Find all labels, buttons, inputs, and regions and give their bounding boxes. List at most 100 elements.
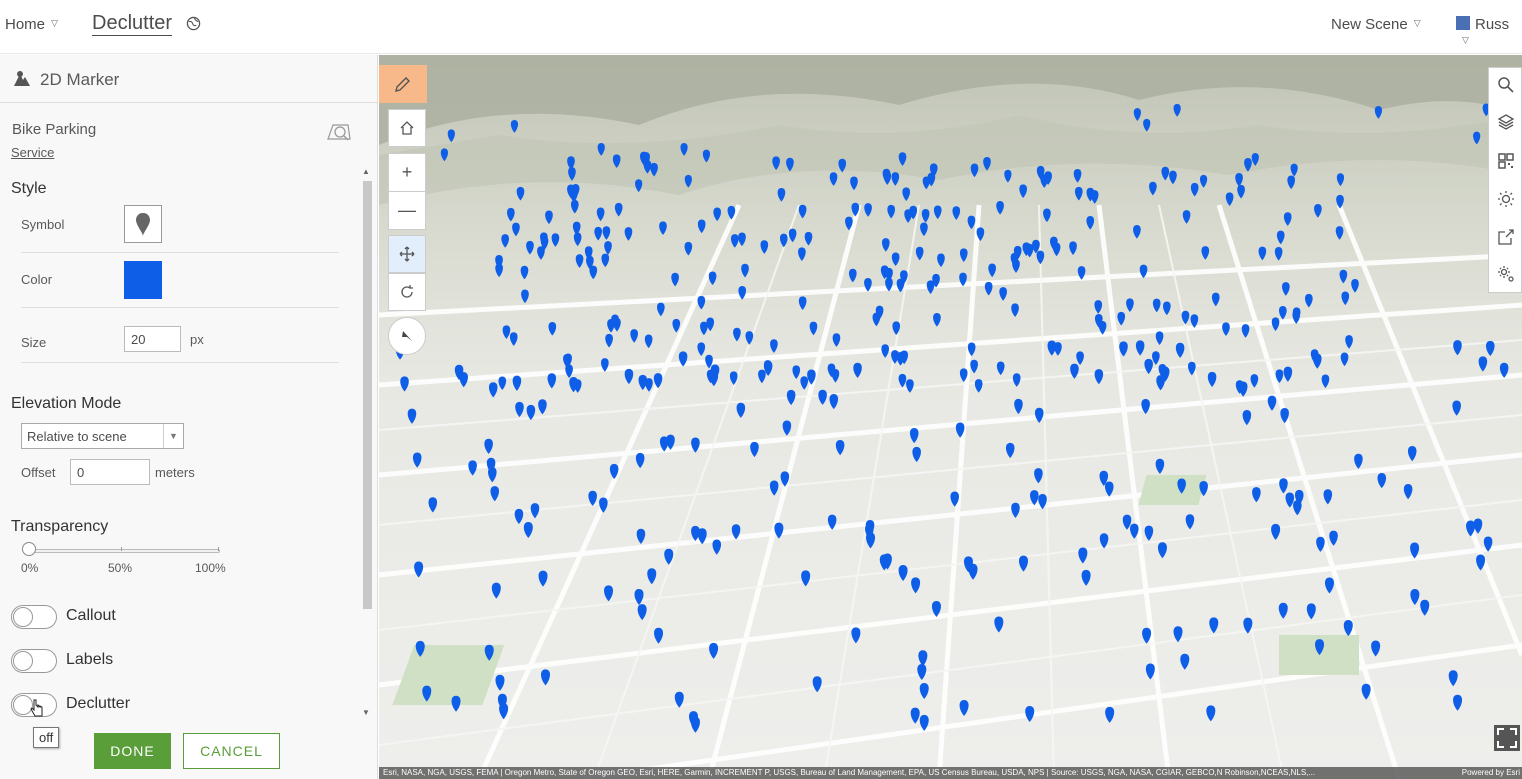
map-pin[interactable] <box>864 203 872 217</box>
map-pin[interactable] <box>664 548 674 565</box>
map-pin[interactable] <box>777 188 786 202</box>
map-pin[interactable] <box>1410 542 1420 559</box>
map-pin[interactable] <box>1012 373 1021 387</box>
map-pin[interactable] <box>1117 311 1126 326</box>
map-pin[interactable] <box>594 226 602 241</box>
map-pin[interactable] <box>526 240 534 255</box>
map-pin[interactable] <box>680 142 688 156</box>
map-pin[interactable] <box>1290 163 1298 177</box>
scroll-up-arrow[interactable]: ▲ <box>362 167 370 176</box>
map-pin[interactable] <box>1012 259 1020 273</box>
pan-button[interactable] <box>388 235 426 273</box>
map-pin[interactable] <box>937 253 945 268</box>
map-pin[interactable] <box>738 286 747 300</box>
map-pin[interactable] <box>1209 617 1219 634</box>
map-pin[interactable] <box>1142 627 1152 644</box>
map-pin[interactable] <box>1188 361 1196 376</box>
map-pin[interactable] <box>967 342 976 357</box>
map-pin[interactable] <box>573 232 582 247</box>
map-pin[interactable] <box>1070 363 1079 379</box>
fullscreen-button[interactable] <box>1494 725 1520 751</box>
map-pin[interactable] <box>745 331 754 345</box>
edit-tool-button[interactable] <box>379 65 427 103</box>
map-pin[interactable] <box>1486 340 1495 357</box>
map-pin[interactable] <box>1278 305 1287 320</box>
map-pin[interactable] <box>1242 409 1252 426</box>
map-pin[interactable] <box>599 497 608 513</box>
map-pin[interactable] <box>709 370 719 387</box>
map-pin[interactable] <box>1282 282 1290 296</box>
map-pin[interactable] <box>691 437 700 453</box>
map-pin[interactable] <box>1119 341 1128 357</box>
map-pin[interactable] <box>596 207 605 222</box>
map-pin[interactable] <box>1043 208 1051 223</box>
map-pin[interactable] <box>499 703 509 720</box>
map-pin[interactable] <box>1371 640 1381 657</box>
map-pin[interactable] <box>1122 514 1132 530</box>
map-pin[interactable] <box>1324 577 1334 594</box>
map-pin[interactable] <box>904 209 912 223</box>
map-pin[interactable] <box>741 263 749 278</box>
map-pin[interactable] <box>547 373 557 389</box>
map-pin[interactable] <box>829 172 838 186</box>
map-pin[interactable] <box>659 436 669 452</box>
map-pin[interactable] <box>921 209 930 223</box>
map-pin[interactable] <box>1025 706 1035 723</box>
map-pin[interactable] <box>786 389 796 406</box>
map-pin[interactable] <box>538 399 547 415</box>
map-pin[interactable] <box>955 422 965 438</box>
map-pin[interactable] <box>807 369 816 385</box>
map-pin[interactable] <box>575 254 584 268</box>
map-pin[interactable] <box>672 318 681 333</box>
map-pin[interactable] <box>1018 555 1028 572</box>
map-pin[interactable] <box>1374 105 1383 119</box>
map-pin[interactable] <box>1077 266 1086 280</box>
map-pin[interactable] <box>729 371 738 385</box>
map-pin[interactable] <box>1336 173 1345 187</box>
map-pin[interactable] <box>931 600 941 617</box>
map-pin[interactable] <box>1181 310 1190 325</box>
map-pin[interactable] <box>516 186 525 201</box>
map-pin[interactable] <box>1377 472 1387 489</box>
map-pin[interactable] <box>635 179 643 193</box>
map-pin[interactable] <box>1323 489 1333 505</box>
map-pin[interactable] <box>1453 694 1463 711</box>
map-pin[interactable] <box>918 650 928 667</box>
map-pin[interactable] <box>697 295 706 310</box>
map-pin[interactable] <box>1149 181 1157 196</box>
map-pin[interactable] <box>774 522 784 539</box>
map-pin[interactable] <box>604 585 614 602</box>
map-pin[interactable] <box>919 682 929 699</box>
map-pin[interactable] <box>671 272 679 287</box>
map-pin[interactable] <box>1078 547 1088 564</box>
map-pin[interactable] <box>507 207 515 222</box>
done-button[interactable]: DONE <box>94 733 171 769</box>
map-pin[interactable] <box>588 490 597 506</box>
map-pin[interactable] <box>812 676 822 693</box>
map-pin[interactable] <box>848 268 857 283</box>
settings-gear-icon[interactable] <box>1497 265 1515 283</box>
map-pin[interactable] <box>1354 453 1363 469</box>
map-pin[interactable] <box>1238 381 1248 397</box>
map-pin[interactable] <box>1052 242 1061 257</box>
map-pin[interactable] <box>1305 293 1313 308</box>
map-pin[interactable] <box>864 277 872 292</box>
map-pin[interactable] <box>526 404 536 421</box>
map-pin[interactable] <box>909 427 919 444</box>
map-pin[interactable] <box>1004 169 1012 183</box>
map-pin[interactable] <box>727 205 736 220</box>
map-pin[interactable] <box>624 368 634 385</box>
map-pin[interactable] <box>1190 314 1199 328</box>
map-pin[interactable] <box>994 616 1004 633</box>
map-pin[interactable] <box>845 216 853 231</box>
map-pin[interactable] <box>851 627 861 644</box>
daylight-icon[interactable] <box>1497 190 1515 208</box>
map-pin[interactable] <box>902 187 911 202</box>
map-pin[interactable] <box>769 480 779 496</box>
map-pin[interactable] <box>1090 190 1099 204</box>
map-pin[interactable] <box>1173 626 1183 643</box>
map-pin[interactable] <box>609 463 619 480</box>
color-swatch[interactable] <box>124 261 162 299</box>
map-pin[interactable] <box>959 248 968 262</box>
new-scene-menu[interactable]: New Scene ▽ <box>1331 16 1421 33</box>
